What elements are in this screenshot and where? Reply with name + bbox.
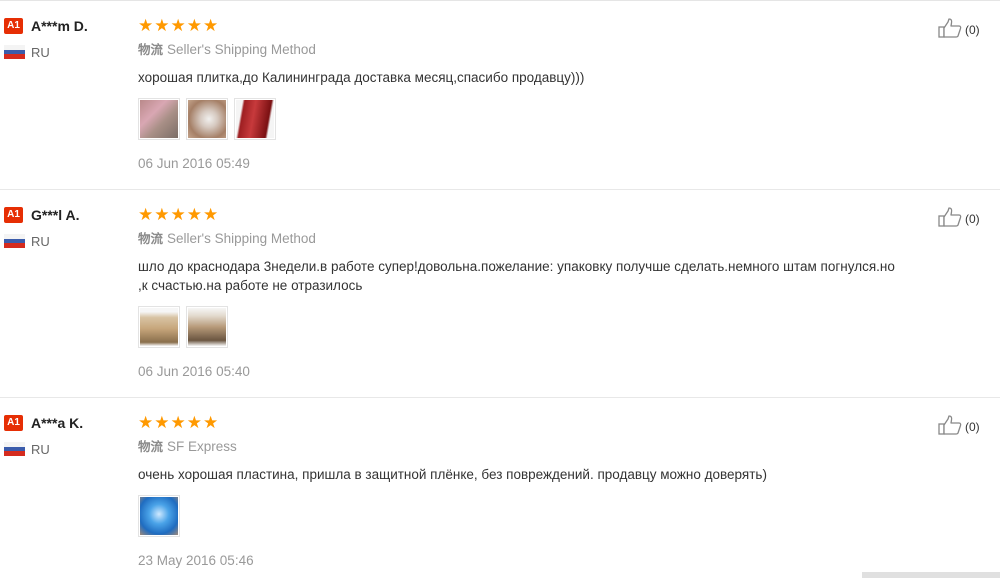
buyer-level-badge: A1: [4, 207, 23, 223]
shipping-label: 物流: [138, 439, 164, 454]
shipping-method: SF Express: [167, 439, 237, 454]
review-text: очень хорошая пластина, пришла в защитно…: [138, 467, 767, 482]
top-divider: [0, 0, 1000, 1]
reviewer-info: A1 A***a K. RU: [4, 413, 124, 457]
review-divider: [0, 189, 1000, 190]
star-icon: ★: [170, 412, 186, 432]
buyer-level-badge: A1: [4, 18, 23, 34]
helpful-vote[interactable]: (0): [938, 18, 980, 41]
review-photos: [138, 495, 898, 537]
russia-flag-icon: [4, 442, 25, 456]
review-photo-thumbnail[interactable]: [138, 306, 180, 348]
star-icon: ★: [186, 15, 202, 35]
star-icon: ★: [186, 412, 202, 432]
review-date: 06 Jun 2016 05:49: [138, 156, 250, 171]
review-content: ★ ★ ★ ★ ★ 物流 Seller's Shipping Method шло…: [138, 205, 898, 379]
helpful-count: (0): [965, 211, 980, 226]
scrollbar[interactable]: [862, 572, 1000, 578]
reviewer-country: RU: [31, 233, 50, 249]
star-icon: ★: [138, 412, 154, 432]
shipping-info: 物流 Seller's Shipping Method: [138, 230, 898, 248]
shipping-label: 物流: [138, 231, 164, 246]
shipping-method: Seller's Shipping Method: [167, 42, 316, 57]
russia-flag-icon: [4, 45, 25, 59]
review-item: A1 G***l A. RU ★ ★ ★ ★ ★ 物流 Seller's Ship…: [0, 191, 1000, 380]
shipping-method: Seller's Shipping Method: [167, 231, 316, 246]
review-date: 06 Jun 2016 05:40: [138, 364, 250, 379]
star-icon: ★: [203, 412, 219, 432]
star-icon: ★: [154, 204, 170, 224]
review-photos: [138, 306, 898, 348]
reviewer-country: RU: [31, 44, 50, 60]
buyer-level-badge: A1: [4, 415, 23, 431]
review-photo-thumbnail[interactable]: [234, 98, 276, 140]
star-rating: ★ ★ ★ ★ ★: [138, 16, 898, 34]
star-rating: ★ ★ ★ ★ ★: [138, 205, 898, 223]
star-icon: ★: [154, 412, 170, 432]
helpful-count: (0): [965, 22, 980, 37]
reviewer-country: RU: [31, 441, 50, 457]
star-icon: ★: [138, 204, 154, 224]
reviewer-info: A1 G***l A. RU: [4, 205, 124, 249]
star-icon: ★: [186, 204, 202, 224]
review-photo-thumbnail[interactable]: [138, 98, 180, 140]
star-icon: ★: [203, 15, 219, 35]
star-icon: ★: [170, 15, 186, 35]
shipping-info: 物流 SF Express: [138, 438, 898, 456]
review-item: A1 A***m D. RU ★ ★ ★ ★ ★ 物流 Seller's Ship…: [0, 2, 1000, 191]
star-icon: ★: [203, 204, 219, 224]
review-content: ★ ★ ★ ★ ★ 物流 Seller's Shipping Method хор…: [138, 16, 898, 171]
review-date: 23 May 2016 05:46: [138, 553, 254, 568]
review-photo-thumbnail[interactable]: [186, 98, 228, 140]
review-content: ★ ★ ★ ★ ★ 物流 SF Express очень хорошая пла…: [138, 413, 898, 568]
reviewer-name: A***a K.: [31, 415, 84, 431]
feedback-page: A1 A***m D. RU ★ ★ ★ ★ ★ 物流 Seller's Ship…: [0, 0, 1000, 578]
thumbs-up-icon[interactable]: [938, 415, 962, 438]
helpful-count: (0): [965, 419, 980, 434]
star-icon: ★: [170, 204, 186, 224]
review-text: хорошая плитка,до Калининграда доставка …: [138, 70, 585, 85]
review-photo-thumbnail[interactable]: [186, 306, 228, 348]
helpful-vote[interactable]: (0): [938, 415, 980, 438]
review-divider: [0, 397, 1000, 398]
review-photo-thumbnail[interactable]: [138, 495, 180, 537]
thumbs-up-icon[interactable]: [938, 207, 962, 230]
review-text: шло до краснодара 3недели.в работе супер…: [138, 259, 895, 293]
russia-flag-icon: [4, 234, 25, 248]
thumbs-up-icon[interactable]: [938, 18, 962, 41]
star-icon: ★: [154, 15, 170, 35]
reviewer-name: G***l A.: [31, 207, 80, 223]
helpful-vote[interactable]: (0): [938, 207, 980, 230]
shipping-info: 物流 Seller's Shipping Method: [138, 41, 898, 59]
review-item: A1 A***a K. RU ★ ★ ★ ★ ★ 物流 SF Express оч…: [0, 399, 1000, 578]
shipping-label: 物流: [138, 42, 164, 57]
reviewer-name: A***m D.: [31, 18, 88, 34]
star-rating: ★ ★ ★ ★ ★: [138, 413, 898, 431]
star-icon: ★: [138, 15, 154, 35]
review-photos: [138, 98, 898, 140]
reviewer-info: A1 A***m D. RU: [4, 16, 124, 60]
